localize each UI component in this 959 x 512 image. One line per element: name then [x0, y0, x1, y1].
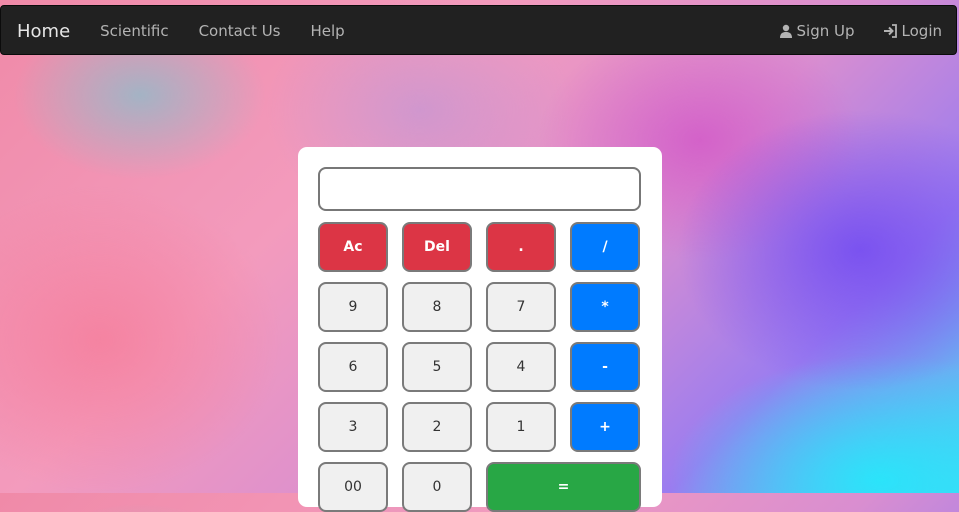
digit-1-button[interactable]: 1 [486, 402, 556, 452]
login-icon [883, 24, 897, 38]
nav-left: Home Scientific Contact Us Help [17, 6, 375, 56]
multiply-button[interactable]: * [570, 282, 640, 332]
digit-9-button[interactable]: 9 [318, 282, 388, 332]
digit-3-button[interactable]: 3 [318, 402, 388, 452]
navbar: Home Scientific Contact Us Help Sign Up … [0, 5, 957, 55]
login-label: Login [901, 22, 942, 40]
decimal-button[interactable]: . [486, 222, 556, 272]
nav-login-link[interactable]: Login [883, 22, 942, 40]
digit-2-button[interactable]: 2 [402, 402, 472, 452]
divide-button[interactable]: / [570, 222, 640, 272]
nav-help-link[interactable]: Help [311, 22, 345, 40]
digit-6-button[interactable]: 6 [318, 342, 388, 392]
digit-5-button[interactable]: 5 [402, 342, 472, 392]
nav-scientific-link[interactable]: Scientific [100, 22, 168, 40]
signup-label: Sign Up [796, 22, 855, 40]
calculator-display[interactable] [318, 167, 641, 211]
add-button[interactable]: + [570, 402, 640, 452]
digit-4-button[interactable]: 4 [486, 342, 556, 392]
delete-button[interactable]: Del [402, 222, 472, 272]
equals-button[interactable]: = [486, 462, 641, 512]
digit-7-button[interactable]: 7 [486, 282, 556, 332]
calculator-panel: Ac Del . / 9 8 7 * 6 5 4 - 3 2 1 + 00 0 … [298, 147, 662, 512]
user-icon [779, 24, 792, 38]
nav-contact-link[interactable]: Contact Us [199, 22, 281, 40]
nav-right: Sign Up Login [751, 6, 942, 56]
clear-button[interactable]: Ac [318, 222, 388, 272]
nav-signup-link[interactable]: Sign Up [779, 22, 855, 40]
nav-home-link[interactable]: Home [17, 21, 70, 42]
digit-0-button[interactable]: 0 [402, 462, 472, 512]
subtract-button[interactable]: - [570, 342, 640, 392]
double-zero-button[interactable]: 00 [318, 462, 388, 512]
digit-8-button[interactable]: 8 [402, 282, 472, 332]
